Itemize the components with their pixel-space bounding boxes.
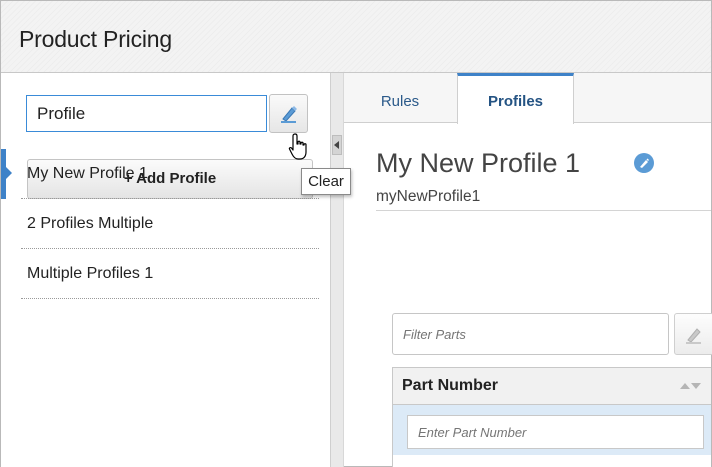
part-number-column-header[interactable]: Part Number (402, 377, 498, 395)
edit-pencil-icon[interactable] (634, 153, 654, 173)
profile-name: My New Profile 1 (27, 165, 148, 182)
part-number-input[interactable] (407, 415, 704, 449)
pencil-eraser-icon (281, 106, 297, 123)
grid-body (392, 455, 711, 467)
tab-rules[interactable]: Rules (344, 73, 456, 123)
tab-bar: Rules Profiles (344, 73, 711, 124)
profile-search-input[interactable] (26, 95, 267, 132)
profile-name: 2 Profiles Multiple (27, 215, 154, 232)
profile-name: Multiple Profiles 1 (27, 265, 154, 282)
profile-list-item[interactable]: 2 Profiles Multiple (21, 199, 319, 249)
profile-list-item[interactable]: Multiple Profiles 1 (21, 249, 319, 299)
clear-filter-button[interactable] (674, 313, 712, 355)
hand-pointer-icon (288, 133, 307, 160)
pencil-eraser-icon (686, 328, 701, 344)
grid-header: Part Number (392, 367, 711, 405)
profile-list-item[interactable]: My New Profile 1 (21, 149, 319, 199)
app-title: Product Pricing (19, 26, 172, 52)
app-header: Product Pricing (1, 1, 711, 73)
filter-parts-input[interactable] (392, 313, 669, 355)
app-window: Product Pricing + Add Profile My New Pro… (0, 0, 712, 467)
panel-splitter[interactable] (330, 73, 344, 467)
profile-list: My New Profile 1 2 Profiles Multiple Mul… (1, 149, 321, 299)
profile-key: myNewProfile1 (376, 188, 481, 205)
clear-tooltip: Clear (301, 168, 351, 195)
title-divider (376, 210, 711, 211)
clear-search-button[interactable] (269, 94, 308, 133)
sort-arrows-icon[interactable] (679, 380, 701, 392)
profile-title: My New Profile 1 (376, 148, 581, 178)
tab-profiles[interactable]: Profiles (457, 73, 574, 124)
collapse-left-icon (334, 141, 339, 149)
